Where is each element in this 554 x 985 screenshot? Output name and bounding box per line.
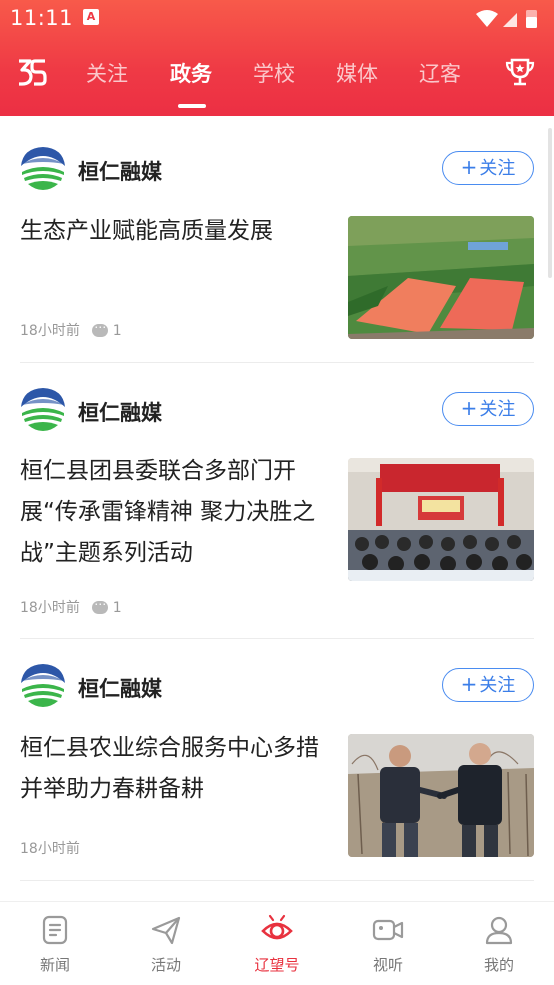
comment-count-group[interactable]: 1 [92,317,122,339]
channel-navbar: 关注 政务 学校 媒体 辽客 [0,46,554,108]
nav-liaowang[interactable]: 辽望号 [237,914,317,975]
signal-battery-icon [476,10,537,28]
follow-button[interactable]: + 关注 [442,151,534,185]
trophy-icon[interactable] [504,56,536,88]
plus-icon: + [460,396,478,420]
follow-label: 关注 [479,675,516,696]
scrollbar[interactable] [548,128,552,278]
paper-plane-icon [151,916,181,945]
source-name[interactable]: 桓仁融媒 [78,673,162,703]
follow-label: 关注 [479,399,516,420]
status-time: 11:11 [10,6,74,30]
article-title[interactable]: 桓仁县团县委联合多部门开展“传承雷锋精神 聚力决胜之战”主题系列活动 [20,451,328,574]
news-icon [42,915,68,945]
news-feed[interactable]: 桓仁融媒 +关注 生态产业赋能高质量发展 18小时前 1 [0,116,554,901]
nav-label: 新闻 [39,956,70,974]
comment-count: 1 [112,600,122,616]
app-logo-icon[interactable] [16,56,48,88]
nav-video[interactable]: 视听 [348,914,428,975]
nav-label: 辽望号 [254,956,300,974]
eye-icon [261,914,293,940]
tab-media[interactable]: 媒体 [336,58,378,88]
divider [20,638,534,639]
nav-label: 我的 [483,956,514,974]
tab-liaoke[interactable]: 辽客 [419,58,461,88]
follow-button[interactable]: + 关注 [442,392,534,426]
publish-time: 18小时前 [20,841,80,857]
comment-icon [92,317,109,337]
tab-follow[interactable]: 关注 [86,58,128,88]
bottom-navigation: 新闻 活动 辽望号 视听 我的 [0,901,554,985]
source-logo-icon[interactable] [20,387,66,433]
divider [20,362,534,363]
nav-label: 活动 [150,956,181,974]
nav-news[interactable]: 新闻 [15,914,95,975]
notification-icon: A [83,9,99,25]
article-meta: 18小时前 1 [20,317,122,340]
feed-card[interactable]: 桓仁融媒 + 关注 桓仁县农业综合服务中心多措并举助力春耕备耕 18小时前 [20,663,534,881]
publish-time: 18小时前 [20,323,80,339]
profile-icon [485,916,513,945]
active-tab-indicator [178,104,206,108]
article-thumbnail[interactable] [348,458,534,581]
article-title[interactable]: 桓仁县农业综合服务中心多措并举助力春耕备耕 [20,728,328,810]
nav-profile[interactable]: 我的 [459,914,539,975]
publish-time: 18小时前 [20,600,80,616]
article-meta: 18小时前 [20,838,80,858]
tab-government[interactable]: 政务 [170,58,212,88]
article-meta: 18小时前 1 [20,594,122,617]
nav-activity[interactable]: 活动 [126,914,206,975]
divider [20,880,534,881]
comment-count-group[interactable]: 1 [92,594,122,616]
source-logo-icon[interactable] [20,663,66,709]
tab-school[interactable]: 学校 [253,58,295,88]
video-icon [372,919,404,941]
article-thumbnail[interactable] [348,734,534,857]
app-header: 11:11 A 关注 政务 学校 媒体 辽客 [0,0,554,116]
follow-label: 关注 [479,158,516,179]
follow-button[interactable]: + 关注 [442,668,534,702]
source-logo-icon[interactable] [20,146,66,192]
article-thumbnail[interactable] [348,216,534,339]
comment-icon [92,594,109,614]
feed-card[interactable]: 桓仁融媒 + 关注 桓仁县团县委联合多部门开展“传承雷锋精神 聚力决胜之战”主题系… [20,387,534,639]
source-name[interactable]: 桓仁融媒 [78,397,162,427]
article-title[interactable]: 生态产业赋能高质量发展 [20,211,328,252]
nav-label: 视听 [372,956,403,974]
plus-icon: + [460,155,478,179]
status-bar: 11:11 A [0,0,554,40]
plus-icon: + [460,672,478,696]
comment-count: 1 [112,323,122,339]
source-name[interactable]: 桓仁融媒 [78,156,162,186]
feed-card[interactable]: 桓仁融媒 +关注 生态产业赋能高质量发展 18小时前 1 [20,146,534,363]
